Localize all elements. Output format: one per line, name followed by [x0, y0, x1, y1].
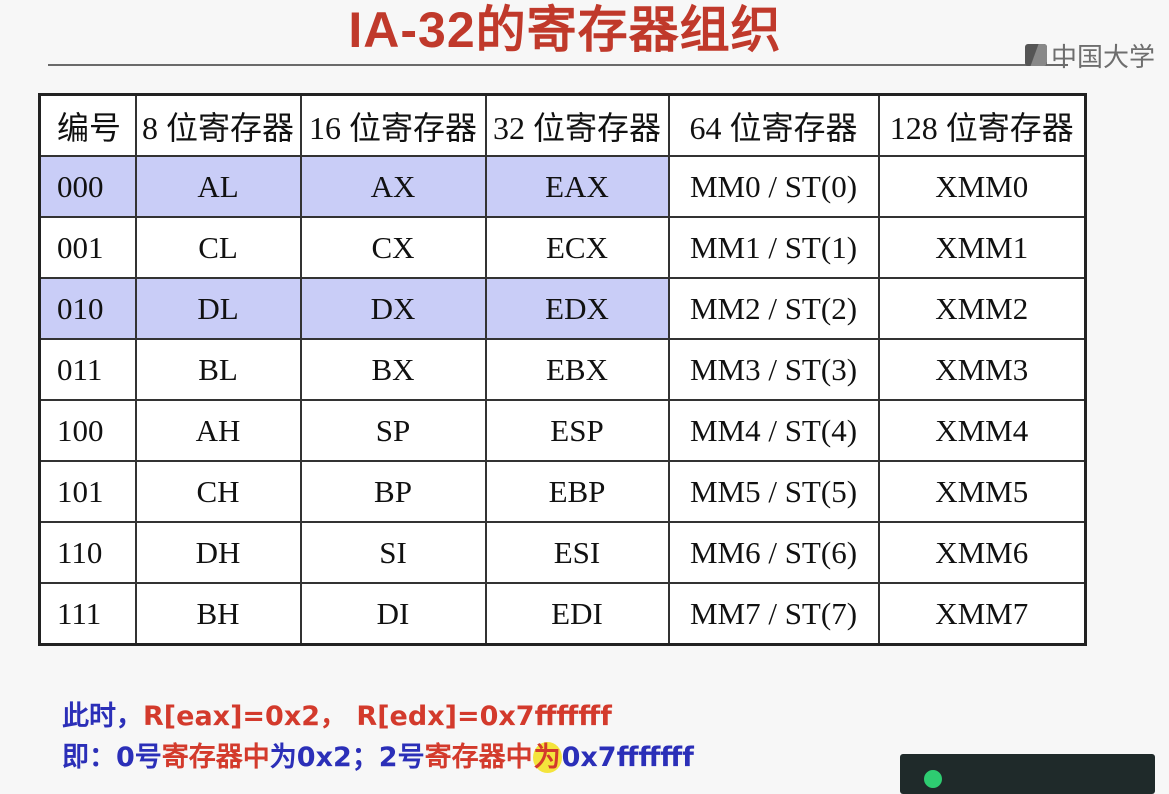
- column-header-128bit: 128 位寄存器: [877, 93, 1087, 157]
- table-cell: BP: [299, 460, 487, 523]
- table-cell: BL: [134, 338, 302, 401]
- table-cell: AH: [134, 399, 302, 462]
- note-line-2-part: 寄存器中: [424, 742, 533, 773]
- table-row: 100 AH SP ESP MM4 / ST(4) XMM4: [38, 399, 1087, 462]
- note-line-1: 此时，R[eax]=0x2， R[edx]=0x7fffffff: [62, 696, 694, 737]
- table-cell: MM7 / ST(7): [667, 582, 880, 646]
- university-logo: 中国大学: [1025, 38, 1156, 73]
- table-cell: 000: [38, 155, 137, 218]
- table-cell: 011: [38, 338, 137, 401]
- table-cell: AX: [299, 155, 487, 218]
- title-divider: [48, 64, 1068, 66]
- table-cell: CH: [134, 460, 302, 523]
- table-cell: ESP: [484, 399, 670, 462]
- logo-text: 中国大学: [1051, 42, 1156, 73]
- table-cell: XMM2: [877, 277, 1087, 340]
- table-row: 000 AL AX EAX MM0 / ST(0) XMM0: [38, 155, 1087, 218]
- note-line-2: 即：0号寄存器中为0x2；2号寄存器中为0x7fffffff: [62, 737, 694, 778]
- note-line-2-part: 寄存器中: [161, 742, 270, 773]
- table-cell: 010: [38, 277, 137, 340]
- table-cell: MM3 / ST(3): [667, 338, 880, 401]
- table-cell: DI: [299, 582, 487, 646]
- book-logo-icon: [1025, 44, 1047, 66]
- table-cell: MM6 / ST(6): [667, 521, 880, 584]
- table-cell: CX: [299, 216, 487, 279]
- table-row: 001 CL CX ECX MM1 / ST(1) XMM1: [38, 216, 1087, 279]
- table-cell: XMM5: [877, 460, 1087, 523]
- table-cell: XMM7: [877, 582, 1087, 646]
- note-line-2-part: 为0x2；2号: [269, 742, 425, 773]
- table-cell: ESI: [484, 521, 670, 584]
- register-notes: 此时，R[eax]=0x2， R[edx]=0x7fffffff 即：0号寄存器…: [62, 696, 694, 778]
- table-cell: MM0 / ST(0): [667, 155, 880, 218]
- column-header-16bit: 16 位寄存器: [299, 93, 487, 157]
- table-cell: XMM4: [877, 399, 1087, 462]
- table-cell: CL: [134, 216, 302, 279]
- table-cell: DL: [134, 277, 302, 340]
- table-cell: AL: [134, 155, 302, 218]
- table-cell: 111: [38, 582, 137, 646]
- column-header-number: 编号: [38, 93, 137, 157]
- table-cell: EBX: [484, 338, 670, 401]
- note-line-2-part: 0x7fffffff: [561, 742, 694, 773]
- table-cell: 100: [38, 399, 137, 462]
- note-line-1-prefix: 此时，: [62, 701, 143, 732]
- status-dot-icon: [922, 768, 944, 790]
- table-cell: EDX: [484, 277, 670, 340]
- table-header-row: 编号 8 位寄存器 16 位寄存器 32 位寄存器 64 位寄存器 128 位寄…: [38, 93, 1087, 157]
- note-line-2-part: 即：0号: [62, 742, 162, 773]
- table-cell: 101: [38, 460, 137, 523]
- table-cell: EBP: [484, 460, 670, 523]
- table-row: 110 DH SI ESI MM6 / ST(6) XMM6: [38, 521, 1087, 584]
- table-cell: DH: [134, 521, 302, 584]
- table-cell: SI: [299, 521, 487, 584]
- table-cell: MM1 / ST(1): [667, 216, 880, 279]
- column-header-32bit: 32 位寄存器: [484, 93, 670, 157]
- slide-title: IA-32的寄存器组织: [348, 2, 782, 58]
- table-row: 010 DL DX EDX MM2 / ST(2) XMM2: [38, 277, 1087, 340]
- table-row: 111 BH DI EDI MM7 / ST(7) XMM7: [38, 582, 1087, 646]
- register-table: 编号 8 位寄存器 16 位寄存器 32 位寄存器 64 位寄存器 128 位寄…: [38, 93, 1087, 646]
- table-row: 011 BL BX EBX MM3 / ST(3) XMM3: [38, 338, 1087, 401]
- table-cell: BH: [134, 582, 302, 646]
- table-cell: ECX: [484, 216, 670, 279]
- note-line-2-highlight: 为: [532, 742, 562, 773]
- table-cell: MM4 / ST(4): [667, 399, 880, 462]
- table-cell: 110: [38, 521, 137, 584]
- table-cell: XMM0: [877, 155, 1087, 218]
- table-cell: MM5 / ST(5): [667, 460, 880, 523]
- table-cell: MM2 / ST(2): [667, 277, 880, 340]
- column-header-64bit: 64 位寄存器: [667, 93, 880, 157]
- table-cell: SP: [299, 399, 487, 462]
- video-overlay-widget[interactable]: [900, 754, 1155, 794]
- note-line-1-body: R[eax]=0x2， R[edx]=0x7fffffff: [143, 701, 612, 732]
- table-cell: 001: [38, 216, 137, 279]
- column-header-8bit: 8 位寄存器: [134, 93, 302, 157]
- table-cell: EDI: [484, 582, 670, 646]
- table-cell: EAX: [484, 155, 670, 218]
- table-row: 101 CH BP EBP MM5 / ST(5) XMM5: [38, 460, 1087, 523]
- table-cell: BX: [299, 338, 487, 401]
- table-cell: XMM1: [877, 216, 1087, 279]
- table-cell: XMM6: [877, 521, 1087, 584]
- table-cell: DX: [299, 277, 487, 340]
- table-cell: XMM3: [877, 338, 1087, 401]
